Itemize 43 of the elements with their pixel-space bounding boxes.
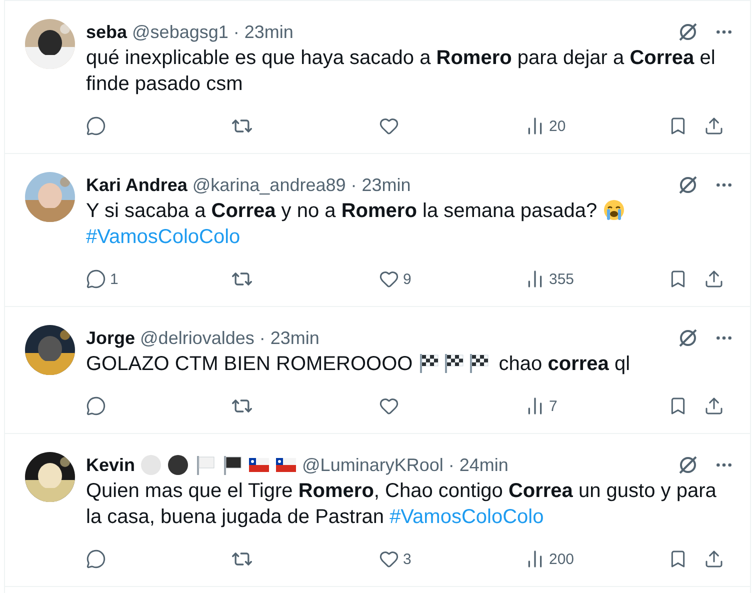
slashed-circle-icon[interactable] xyxy=(677,327,699,349)
display-name[interactable]: Kari Andrea xyxy=(86,174,188,196)
separator-dot: · xyxy=(259,328,266,348)
timestamp[interactable]: 23min xyxy=(244,22,294,42)
user-handle[interactable]: @delriovaldes xyxy=(140,328,254,348)
reply-button[interactable] xyxy=(86,116,106,136)
tweet-text: GOLAZO CTM BIEN ROMEROOOO chao correa ql xyxy=(86,351,632,377)
display-name[interactable]: Kevin xyxy=(86,454,136,476)
like-button[interactable] xyxy=(379,396,399,416)
user-handle[interactable]: @sebagsg1 xyxy=(132,22,228,42)
slashed-circle-icon[interactable] xyxy=(677,454,699,476)
separator-dot: · xyxy=(233,22,240,42)
display-name[interactable]: seba xyxy=(86,22,128,42)
views-button[interactable]: 355 xyxy=(525,269,574,289)
separator-dot: · xyxy=(350,174,357,196)
slashed-circle-icon[interactable] xyxy=(677,174,699,196)
reply-button[interactable] xyxy=(86,549,106,569)
tweet-text: qué inexplicable es que haya sacado a Romero para dejar a Correa el finde pasado csm xyxy=(86,46,716,97)
timestamp[interactable]: 23min xyxy=(362,174,411,196)
like-button[interactable]: 9 xyxy=(379,269,412,289)
checkered-flag-icon xyxy=(443,352,466,374)
user-handle[interactable]: @karina_andrea89 xyxy=(192,174,346,196)
reply-button[interactable] xyxy=(86,396,106,416)
views-button[interactable]: 20 xyxy=(525,116,566,136)
user-handle[interactable]: @LuminaryKRool xyxy=(302,454,444,476)
tweet-text: Y si sacaba a Correa y no a Romero la semana pasada? #VamosColoColo xyxy=(86,198,734,250)
checkered-flag-icon xyxy=(418,352,440,374)
timestamp[interactable]: 23min xyxy=(270,328,320,348)
share-button[interactable] xyxy=(704,396,724,416)
timestamp[interactable]: 24min xyxy=(459,454,508,476)
like-button[interactable]: 3 xyxy=(379,549,412,569)
checkered-flag-icon xyxy=(468,352,490,374)
crying-face-icon xyxy=(602,199,625,221)
share-button[interactable] xyxy=(704,269,724,289)
display-name[interactable]: Jorge xyxy=(86,328,136,348)
views-button[interactable]: 7 xyxy=(525,396,558,416)
share-button[interactable] xyxy=(704,549,724,569)
share-button[interactable] xyxy=(704,116,724,136)
views-button[interactable]: 200 xyxy=(525,549,574,569)
tweet-text: Quien mas que el Tigre Romero, Chao contigo Correa un gusto y para la casa, buena jugada de Pastran #VamosColoColo xyxy=(86,479,718,530)
like-button[interactable] xyxy=(379,116,399,136)
separator-dot: · xyxy=(448,454,454,476)
slashed-circle-icon[interactable] xyxy=(677,21,699,43)
